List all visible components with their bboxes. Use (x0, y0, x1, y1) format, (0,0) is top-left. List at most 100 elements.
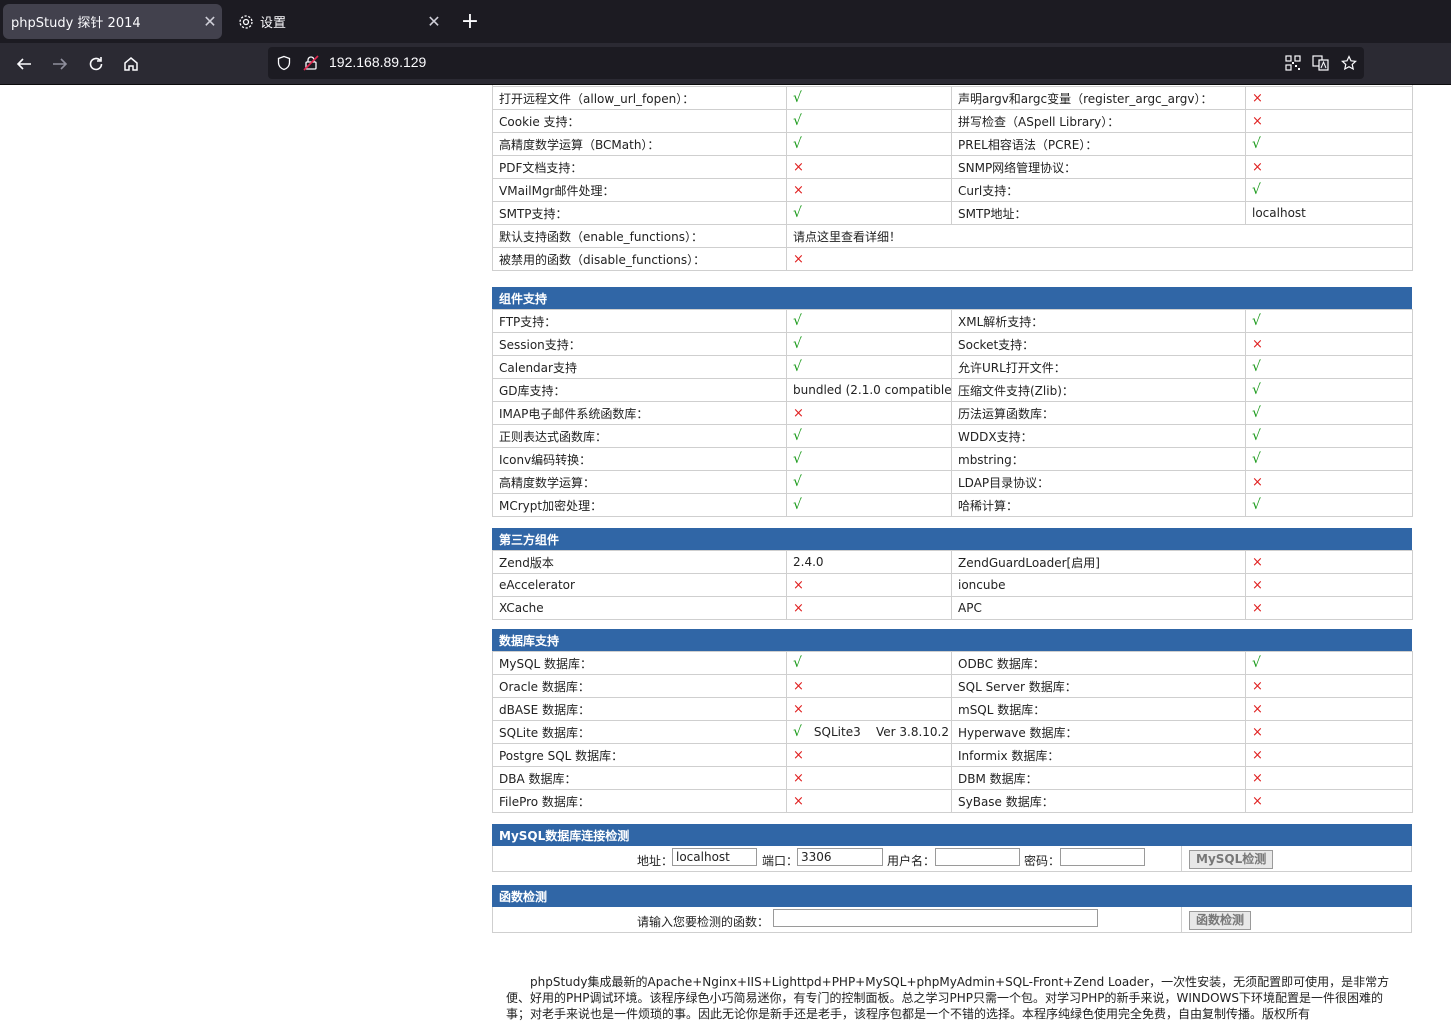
feature-status: × (786, 573, 952, 597)
close-tab-icon[interactable]: ✕ (422, 10, 446, 34)
table-row: eAccelerator × ioncube × (492, 573, 1413, 597)
feature-status: √ (1245, 401, 1413, 425)
mysql-check-button[interactable]: MySQL检测 (1189, 850, 1274, 869)
password-input[interactable] (1060, 848, 1145, 866)
section-title: 第三方组件 (492, 528, 1412, 550)
table-row: 高精度数学运算： √ LDAP目录协议： × (492, 470, 1413, 494)
third-party-table: Zend版本 2.4.0 ZendGuardLoader[启用] × eAccelera… (492, 550, 1413, 620)
table-row: 被禁用的函数（disable_functions）： × (492, 247, 1413, 271)
host-input[interactable] (672, 848, 757, 866)
feature-status: √ (1245, 378, 1413, 402)
feature-status: × (1245, 789, 1413, 813)
tab-phpstudy[interactable]: phpStudy 探针 2014 ✕ (3, 4, 222, 39)
mysql-check-section: MySQL数据库连接检测 地址： 端口： 用户名： 密码： MySQL检测 (492, 824, 1412, 872)
function-check-button[interactable]: 函数检测 (1189, 911, 1252, 930)
arrow-right-icon (53, 58, 68, 70)
basic-settings-table: 打开远程文件（allow_url_fopen）： √ 声明argv和argc变量… (492, 85, 1413, 271)
feature-status: √ (1245, 424, 1413, 448)
home-button[interactable] (116, 49, 146, 79)
feature-label: APC (951, 596, 1246, 620)
page-content: 打开远程文件（allow_url_fopen）： √ 声明argv和argc变量… (0, 85, 1451, 1024)
feature-status: × (1245, 596, 1413, 620)
sqlite-version: SQLite3 Ver 3.8.10.2 (813, 725, 950, 739)
translate-icon[interactable] (1311, 53, 1331, 73)
feature-label: eAccelerator (492, 573, 787, 597)
shield-icon[interactable] (274, 53, 294, 73)
browser-tab-bar: phpStudy 探针 2014 ✕ 设置 ✕ + (0, 0, 1451, 43)
port-input[interactable] (797, 848, 883, 866)
back-button[interactable] (9, 49, 39, 79)
feature-status: √ (786, 651, 952, 675)
tab-title: 设置 (260, 16, 287, 31)
section-title: MySQL数据库连接检测 (492, 824, 1412, 846)
feature-status: 2.4.0 (786, 550, 952, 574)
section-title: 函数检测 (492, 885, 1412, 907)
bookmark-star-icon[interactable] (1339, 53, 1359, 73)
feature-status: × (1245, 550, 1413, 574)
enable-functions-link[interactable]: 请点这里查看详细！ (786, 224, 1413, 248)
components-section: 组件支持 FTP支持： √ XML解析支持： √ Session支持： √ Socket支持… (492, 287, 1413, 517)
table-row: Postgre SQL 数据库： × Informix 数据库： × (492, 743, 1413, 767)
section-title: 数据库支持 (492, 629, 1412, 651)
feature-label: 正则表达式函数库： (492, 424, 787, 448)
feature-label: mbstring： (951, 447, 1246, 471)
feature-label: mSQL 数据库： (951, 697, 1246, 721)
forward-button[interactable] (45, 49, 75, 79)
feature-label: GD库支持： (492, 378, 787, 402)
new-tab-button[interactable]: + (457, 8, 483, 34)
feature-status: √ (786, 309, 952, 333)
feature-label: DBM 数据库： (951, 766, 1246, 790)
feature-status: √ (1245, 493, 1413, 517)
feature-status: √ SQLite3 Ver 3.8.10.2 (786, 720, 952, 744)
feature-label: XML解析支持： (951, 309, 1246, 333)
feature-label: IMAP电子邮件系统函数库： (492, 401, 787, 425)
browser-nav-bar: 192.168.89.129 (0, 43, 1451, 85)
function-check-section: 函数检测 请输入您要检测的函数： 函数检测 (492, 885, 1412, 933)
feature-status: × (1245, 332, 1413, 356)
table-row: dBASE 数据库： × mSQL 数据库： × (492, 697, 1413, 721)
tab-title: phpStudy 探针 2014 (11, 16, 141, 31)
username-input[interactable] (935, 848, 1020, 866)
arrow-left-icon (16, 58, 31, 70)
feature-label: dBASE 数据库： (492, 697, 787, 721)
footer-text: phpStudy集成最新的Apache+Nginx+IIS+Lighttpd+P… (506, 975, 1390, 1024)
third-party-section: 第三方组件 Zend版本 2.4.0 ZendGuardLoader[启用] × eAc… (492, 528, 1413, 620)
table-row: VMailMgr邮件处理： × Curl支持： √ (492, 178, 1413, 202)
feature-label: ODBC 数据库： (951, 651, 1246, 675)
feature-status: bundled (2.1.0 compatible) (786, 378, 952, 402)
mysql-check-form: 地址： 端口： 用户名： 密码： MySQL检测 (492, 846, 1412, 872)
feature-status: × (786, 789, 952, 813)
feature-status: × (1245, 766, 1413, 790)
table-row: DBA 数据库： × DBM 数据库： × (492, 766, 1413, 790)
components-table: FTP支持： √ XML解析支持： √ Session支持： √ Socket支持： × Cal… (492, 309, 1413, 517)
tab-settings[interactable]: 设置 ✕ (230, 4, 446, 39)
table-row: SMTP支持： √ SMTP地址： localhost (492, 201, 1413, 225)
feature-status: × (786, 674, 952, 698)
function-input[interactable] (773, 909, 1098, 927)
table-row: FTP支持： √ XML解析支持： √ (492, 309, 1413, 333)
qr-code-icon[interactable] (1283, 53, 1303, 73)
table-row: Oracle 数据库： × SQL Server 数据库： × (492, 674, 1413, 698)
divider (1181, 907, 1182, 932)
feature-label: SyBase 数据库： (951, 789, 1246, 813)
feature-status: × (1245, 720, 1413, 744)
feature-label: Iconv编码转换： (492, 447, 787, 471)
disable-functions-label: 被禁用的函数（disable_functions）： (492, 247, 787, 271)
port-label: 端口： (762, 854, 799, 868)
table-row: IMAP电子邮件系统函数库： × 历法运算函数库： √ (492, 401, 1413, 425)
close-tab-icon[interactable]: ✕ (198, 10, 222, 34)
table-row: 高精度数学运算（BCMath）： √ PREL相容语法（PCRE）： √ (492, 132, 1413, 156)
feature-label: MySQL 数据库： (492, 651, 787, 675)
feature-status: × (1245, 697, 1413, 721)
table-row: 打开远程文件（allow_url_fopen）： √ 声明argv和argc变量… (492, 86, 1413, 110)
feature-label: FilePro 数据库： (492, 789, 787, 813)
reload-button[interactable] (81, 49, 111, 79)
feature-label: Oracle 数据库： (492, 674, 787, 698)
home-icon (124, 57, 138, 71)
insecure-lock-icon[interactable] (301, 53, 321, 73)
feature-status: × (1245, 470, 1413, 494)
url-bar[interactable]: 192.168.89.129 (268, 47, 1364, 79)
feature-label: Informix 数据库： (951, 743, 1246, 767)
table-row: Calendar支持 √ 允许URL打开文件： √ (492, 355, 1413, 379)
feature-status: × (786, 596, 952, 620)
